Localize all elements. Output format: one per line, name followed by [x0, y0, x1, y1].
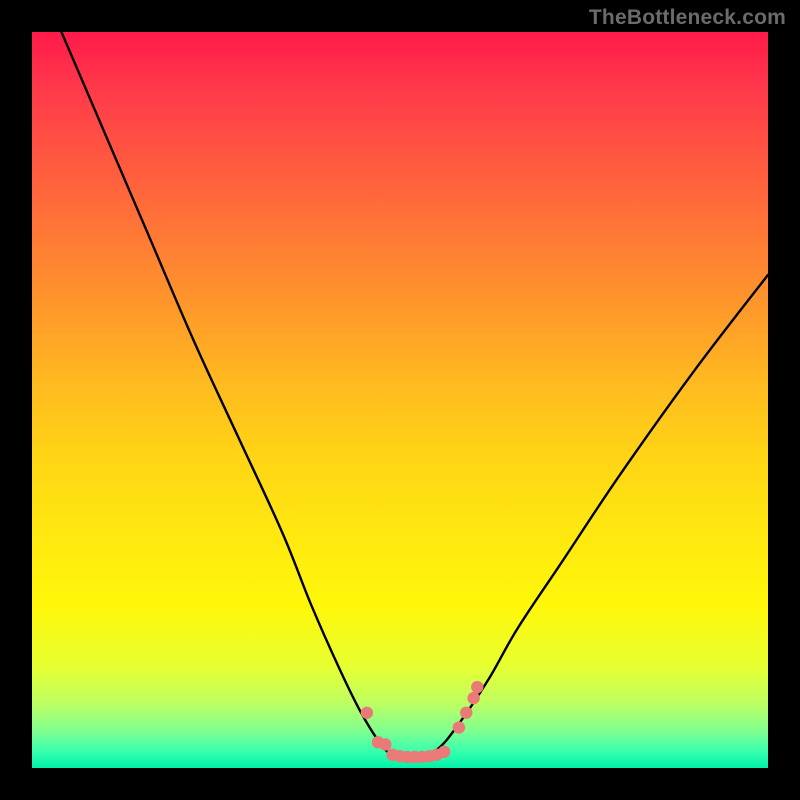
bottleneck-curve-path: [61, 32, 768, 758]
trough-point: [453, 721, 465, 733]
trough-markers: [361, 681, 484, 763]
trough-point: [467, 692, 479, 704]
trough-point: [379, 738, 391, 750]
trough-point: [471, 681, 483, 693]
attribution-label: TheBottleneck.com: [589, 6, 786, 30]
chart-frame: TheBottleneck.com: [0, 0, 800, 800]
trough-point: [361, 707, 373, 719]
trough-point: [438, 746, 450, 758]
trough-point: [460, 707, 472, 719]
plot-area: [32, 32, 768, 768]
curve-layer: [32, 32, 768, 768]
